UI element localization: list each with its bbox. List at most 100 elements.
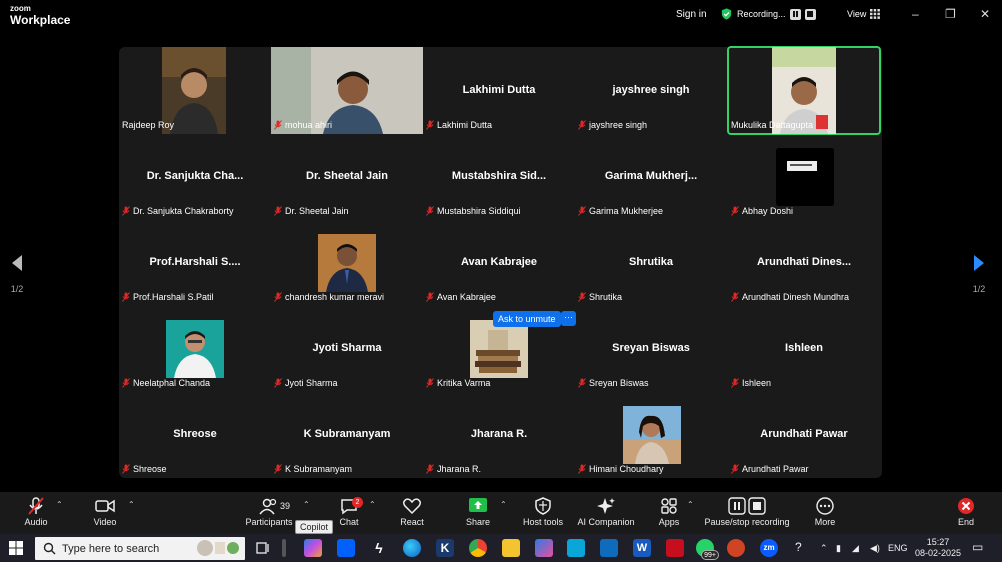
- previous-page-button[interactable]: 1/2: [10, 253, 24, 294]
- apps-options-caret-icon[interactable]: ⌃: [687, 500, 694, 509]
- share-button[interactable]: Share: [464, 497, 492, 527]
- participant-video: [166, 320, 224, 378]
- next-page-button[interactable]: 1/2: [972, 253, 986, 294]
- powerpoint-icon[interactable]: [727, 539, 745, 557]
- close-button[interactable]: ✕: [980, 7, 990, 21]
- file-explorer-icon[interactable]: [502, 539, 520, 557]
- more-button[interactable]: More: [811, 497, 839, 527]
- participant-tile[interactable]: Jyoti Sharma Jyoti Sharma: [271, 305, 423, 392]
- taskbar-search-box[interactable]: Type here to search: [35, 537, 245, 560]
- view-button[interactable]: View: [847, 9, 881, 19]
- muted-mic-icon: [578, 120, 586, 130]
- participant-display-name: Prof.Harshali S....: [149, 256, 241, 268]
- task-view-icon[interactable]: [254, 539, 272, 557]
- pause-stop-recording-button[interactable]: Pause/stop recording: [704, 497, 790, 527]
- zoom-app-icon[interactable]: zm: [760, 539, 778, 557]
- windows-start-icon[interactable]: [9, 541, 23, 555]
- apps-button[interactable]: Apps: [656, 497, 682, 527]
- taskbar-clock[interactable]: 15:27 08-02-2025: [915, 537, 961, 559]
- pause-stop-recording-label: Pause/stop recording: [704, 517, 790, 527]
- pause-stop-recording-icon: [728, 497, 766, 515]
- chat-options-caret-icon[interactable]: ⌃: [369, 500, 376, 509]
- audio-options-caret-icon[interactable]: ⌃: [56, 500, 63, 509]
- participant-tile[interactable]: Sreyan Biswas Sreyan Biswas: [575, 305, 727, 392]
- logo-top-text: zoom: [10, 4, 31, 13]
- arrow-right-icon: [974, 255, 984, 271]
- participant-tile-active-speaker[interactable]: Mukulika Dattagupta: [727, 46, 881, 135]
- participant-tile[interactable]: Ishleen Ishleen: [728, 305, 880, 392]
- participant-tile[interactable]: Lakhimi Dutta Lakhimi Dutta: [423, 47, 575, 134]
- ask-to-unmute-button[interactable]: Ask to unmute: [493, 311, 561, 327]
- muted-mic-icon: [578, 378, 586, 388]
- help-icon[interactable]: ?: [795, 540, 802, 554]
- app-bolt-icon[interactable]: ϟ: [370, 539, 388, 557]
- participant-tile[interactable]: Himani Choudhary: [575, 391, 727, 478]
- word-icon[interactable]: W: [633, 539, 651, 557]
- muted-mic-icon: [122, 464, 130, 474]
- network-tray-icon[interactable]: ◢: [852, 543, 859, 554]
- speaker-tray-icon[interactable]: ◀): [870, 543, 880, 554]
- participant-name-label: Sreyan Biswas: [578, 378, 649, 388]
- pause-recording-icon[interactable]: [789, 8, 801, 20]
- ai-companion-button[interactable]: AI Companion: [576, 497, 636, 527]
- participant-tile[interactable]: jayshree singh jayshree singh: [575, 47, 727, 134]
- participant-tile[interactable]: Mustabshira Sid... Mustabshira Siddiqui: [423, 133, 575, 220]
- chrome-browser-icon[interactable]: [469, 539, 487, 557]
- participant-tile[interactable]: Shrutika Shrutika: [575, 219, 727, 306]
- minimize-button[interactable]: –: [912, 7, 919, 21]
- participant-tile[interactable]: mohua ahiri: [271, 47, 423, 134]
- windows-taskbar: Type here to search ϟ K W 99+ zm ? ⌃ ▮ ◢…: [0, 534, 1002, 562]
- participants-options-caret-icon[interactable]: ⌃: [303, 500, 310, 509]
- react-button[interactable]: React: [398, 497, 426, 527]
- more-ellipsis-icon: [816, 497, 834, 515]
- host-tools-button[interactable]: Host tools: [521, 497, 565, 527]
- microphone-tray-icon[interactable]: ▮: [836, 543, 841, 554]
- restore-button[interactable]: ❐: [945, 7, 956, 21]
- audio-button[interactable]: Audio: [22, 497, 50, 527]
- participant-tile[interactable]: Garima Mukherj... Garima Mukherjee: [575, 133, 727, 220]
- participant-name-label: K Subramanyam: [274, 464, 352, 474]
- participant-tile[interactable]: Dr. Sheetal Jain Dr. Sheetal Jain: [271, 133, 423, 220]
- recording-indicator: Recording...: [720, 7, 816, 21]
- tile-more-options-button[interactable]: ···: [561, 311, 576, 326]
- participant-name-label: Jharana R.: [426, 464, 481, 474]
- stop-recording-icon[interactable]: [804, 8, 816, 20]
- video-label: Video: [93, 517, 117, 527]
- microsoft-365-icon[interactable]: [535, 539, 553, 557]
- encryption-shield-icon: [721, 8, 732, 20]
- dropbox-icon[interactable]: [337, 539, 355, 557]
- participant-tile[interactable]: Avan Kabrajee Avan Kabrajee: [423, 219, 575, 306]
- participant-tile[interactable]: Prof.Harshali S.... Prof.Harshali S.Pati…: [119, 219, 271, 306]
- video-options-caret-icon[interactable]: ⌃: [128, 500, 135, 509]
- participant-name-label: Mustabshira Siddiqui: [426, 206, 521, 216]
- share-options-caret-icon[interactable]: ⌃: [500, 500, 507, 509]
- participant-name-label: Rajdeep Roy: [122, 120, 175, 130]
- muted-mic-icon: [731, 378, 739, 388]
- participant-name-label: Abhay Doshi: [731, 206, 793, 216]
- screen-sketch-icon[interactable]: [567, 539, 585, 557]
- participant-tile[interactable]: Arundhati Dines... Arundhati Dinesh Mund…: [728, 219, 880, 306]
- app-k-icon[interactable]: K: [436, 539, 454, 557]
- muted-mic-icon: [426, 120, 434, 130]
- participant-tile[interactable]: Jharana R. Jharana R.: [423, 391, 575, 478]
- copilot-app-icon[interactable]: [304, 539, 322, 557]
- participant-tile[interactable]: chandresh kumar meravi: [271, 219, 423, 306]
- participant-tile[interactable]: K Subramanyam K Subramanyam: [271, 391, 423, 478]
- notifications-icon[interactable]: ▭: [972, 540, 983, 554]
- participant-tile[interactable]: Shreose Shreose: [119, 391, 271, 478]
- edge-browser-icon[interactable]: [403, 539, 421, 557]
- show-hidden-icons-chevron-icon[interactable]: ⌃: [820, 543, 828, 554]
- participant-tile[interactable]: Arundhati Pawar Arundhati Pawar: [728, 391, 880, 478]
- acrobat-icon[interactable]: [666, 539, 684, 557]
- participant-tile[interactable]: Neelatphal Chanda: [119, 305, 271, 392]
- participant-tile[interactable]: Rajdeep Roy: [119, 47, 271, 134]
- video-button[interactable]: Video: [90, 497, 120, 527]
- outlook-icon[interactable]: [600, 539, 618, 557]
- search-placeholder: Type here to search: [62, 543, 160, 555]
- participant-tile[interactable]: Dr. Sanjukta Cha... Dr. Sanjukta Chakrab…: [119, 133, 271, 220]
- sign-in-link[interactable]: Sign in: [676, 9, 707, 20]
- language-indicator[interactable]: ENG: [888, 543, 908, 553]
- arrow-left-icon: [12, 255, 22, 271]
- participant-tile[interactable]: Abhay Doshi: [728, 133, 880, 220]
- end-meeting-button[interactable]: End: [954, 497, 978, 527]
